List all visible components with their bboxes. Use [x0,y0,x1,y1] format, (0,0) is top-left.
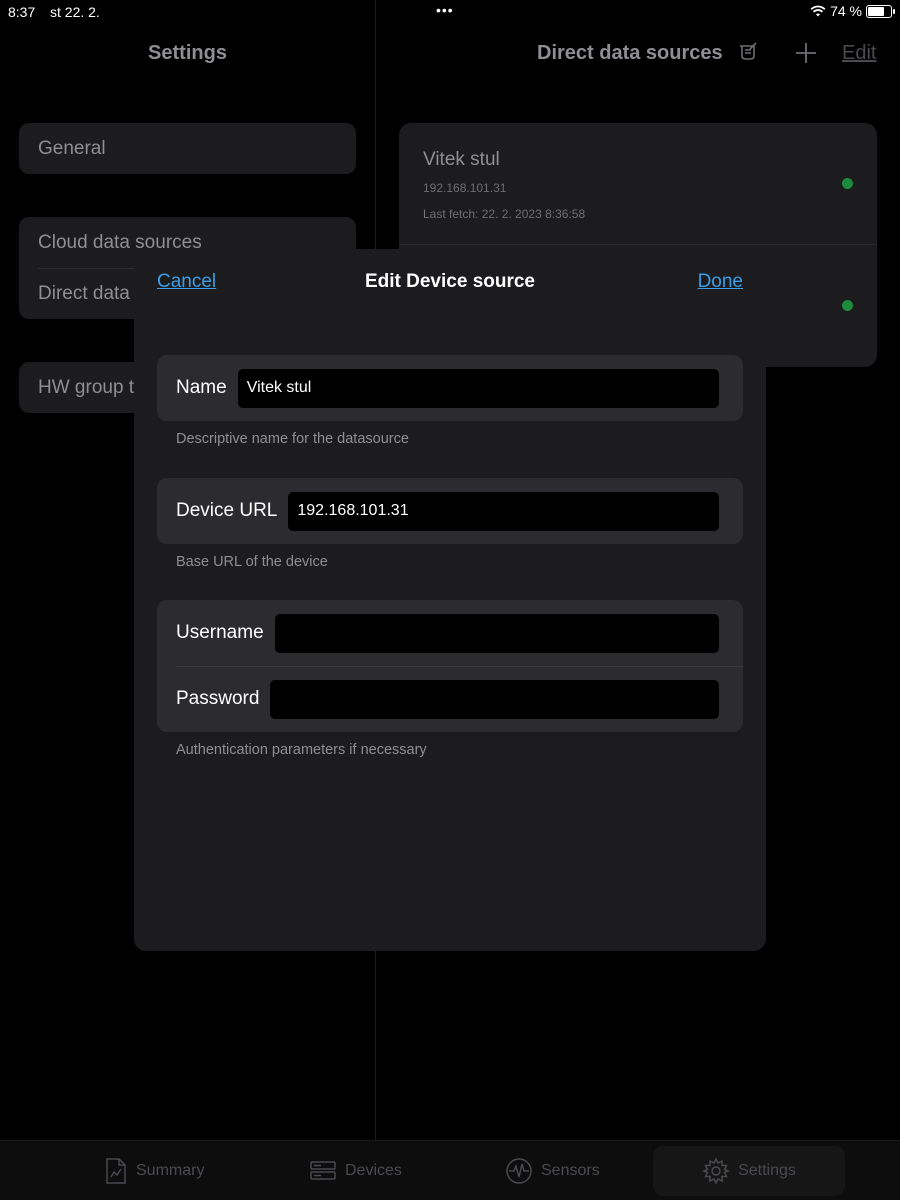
url-group: Device URL [157,478,743,544]
password-field[interactable] [270,679,719,719]
edit-device-source-modal: Edit Device source Cancel Done Name Desc… [134,249,766,951]
status-dot [842,300,853,311]
device-url-field[interactable] [288,491,719,531]
done-button[interactable]: Done [698,271,743,293]
source-row[interactable]: Vitek stul 192.168.101.31 Last fetch: 22… [399,123,877,244]
multitasking-dots[interactable]: ••• [436,2,454,18]
status-dot [842,178,853,189]
battery-percent: 74 % [830,3,862,19]
battery-icon [866,4,895,18]
plus-icon[interactable] [794,41,818,65]
username-label: Username [176,622,264,643]
server-icon [310,1161,336,1180]
status-bar: 8:37 st 22. 2. ••• 74 % [0,0,900,24]
settings-group-general: General [19,123,356,174]
tab-devices-label: Devices [345,1162,402,1179]
tab-devices[interactable]: Devices [309,1146,402,1196]
name-field[interactable] [237,368,719,408]
url-row: Device URL [157,478,743,544]
gear-icon [702,1157,730,1185]
tab-bar: Summary Devices Sensors Settings [0,1140,900,1200]
password-row: Password [157,666,743,732]
device-url-label: Device URL [176,500,278,521]
tab-summary[interactable]: Summary [104,1146,204,1196]
source-last-fetch: Last fetch: 22. 2. 2023 8:36:58 [423,207,586,221]
modal-title: Edit Device source [364,271,536,292]
source-name: Vitek stul [423,149,500,170]
url-note: Base URL of the device [176,554,328,570]
tab-sensors[interactable]: Sensors [505,1146,600,1196]
status-time: 8:37 [8,4,36,20]
settings-item-general[interactable]: General [19,123,356,174]
edit-button[interactable]: Edit [842,42,876,65]
tab-summary-label: Summary [136,1162,205,1179]
username-row: Username [157,600,743,666]
document-chart-icon [106,1158,126,1184]
status-indicators: 74 % [810,3,895,19]
source-ip: 192.168.101.31 [423,181,507,195]
tab-settings[interactable]: Settings [653,1146,845,1196]
battery-level [868,6,884,16]
settings-title: Settings [148,42,227,64]
waveform-icon [506,1158,532,1184]
broom-icon[interactable] [736,40,760,64]
name-row: Name [157,355,743,421]
username-field[interactable] [274,613,719,653]
tab-settings-label: Settings [738,1162,796,1179]
direct-sources-title: Direct data sources [537,42,723,64]
password-label: Password [176,688,260,709]
cancel-button[interactable]: Cancel [157,271,216,293]
name-note: Descriptive name for the datasource [176,431,409,447]
status-date: st 22. 2. [50,4,100,20]
auth-group: Username Password [157,600,743,732]
wifi-icon [810,5,826,17]
name-label: Name [176,377,227,398]
name-group: Name [157,355,743,421]
auth-note: Authentication parameters if necessary [176,742,427,758]
tab-sensors-label: Sensors [541,1162,600,1179]
